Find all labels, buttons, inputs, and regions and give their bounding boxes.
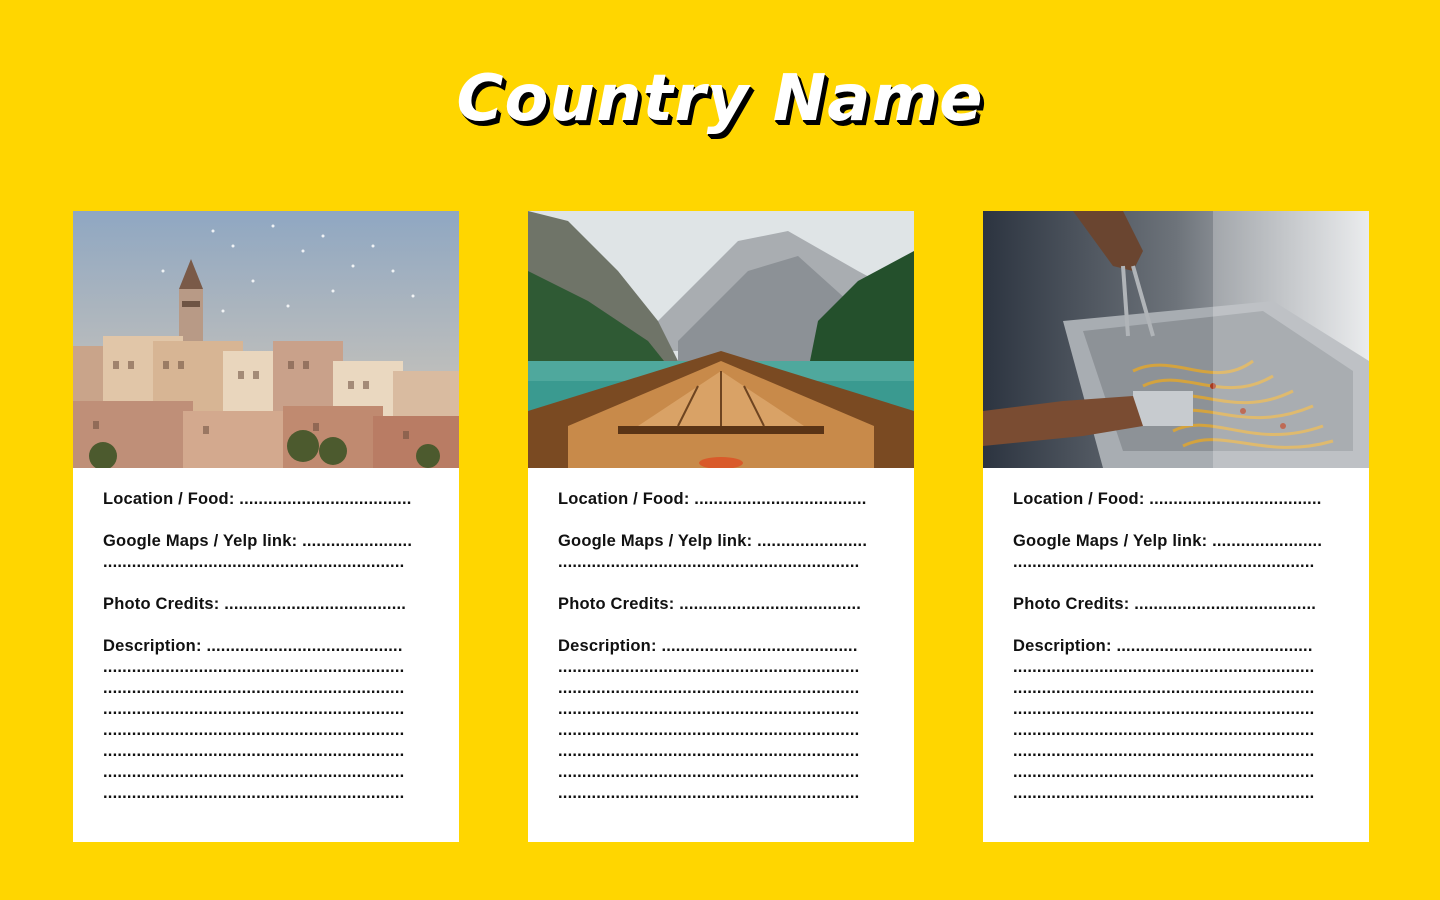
description-line: ........................................… — [103, 784, 405, 802]
page-title: Country Name — [456, 62, 984, 136]
card-istanbul: Location / Food: .......................… — [73, 211, 459, 842]
description-line: ........................................… — [103, 679, 405, 697]
card-photo-street-food — [983, 211, 1369, 468]
description-line: ........................................… — [1013, 679, 1315, 697]
card-street-food: Location / Food: .......................… — [983, 211, 1369, 842]
location-food-field: Location / Food: .......................… — [558, 490, 867, 508]
card-mountain-lake: Location / Food: .......................… — [528, 211, 914, 842]
description-field: Description: ...........................… — [558, 637, 858, 655]
maps-link-field: Google Maps / Yelp link: ...............… — [1013, 532, 1323, 550]
card-fields: Location / Food: .......................… — [1013, 489, 1339, 804]
location-food-field: Location / Food: .......................… — [103, 490, 412, 508]
description-line: ........................................… — [558, 784, 860, 802]
photo-credits-field: Photo Credits: .........................… — [1013, 595, 1317, 613]
description-line: ........................................… — [103, 721, 405, 739]
description-line: ........................................… — [103, 700, 405, 718]
description-line: ........................................… — [103, 742, 405, 760]
photo-credits-field: Photo Credits: .........................… — [103, 595, 407, 613]
description-line: ........................................… — [558, 721, 860, 739]
card-fields: Location / Food: .......................… — [103, 489, 429, 804]
description-line: ........................................… — [103, 658, 405, 676]
maps-link-field: Google Maps / Yelp link: ...............… — [558, 532, 868, 550]
description-line: ........................................… — [1013, 658, 1315, 676]
maps-link-continuation: ........................................… — [1013, 553, 1315, 571]
description-line: ........................................… — [1013, 763, 1315, 781]
location-food-field: Location / Food: .......................… — [1013, 490, 1322, 508]
description-line: ........................................… — [558, 658, 860, 676]
description-line: ........................................… — [558, 763, 860, 781]
description-field: Description: ...........................… — [103, 637, 403, 655]
description-line: ........................................… — [1013, 721, 1315, 739]
card-photo-lake — [528, 211, 914, 468]
card-photo-cityscape — [73, 211, 459, 468]
description-line: ........................................… — [1013, 700, 1315, 718]
maps-link-field: Google Maps / Yelp link: ...............… — [103, 532, 413, 550]
description-line: ........................................… — [1013, 742, 1315, 760]
description-line: ........................................… — [558, 742, 860, 760]
description-line: ........................................… — [1013, 784, 1315, 802]
description-line: ........................................… — [558, 700, 860, 718]
description-field: Description: ...........................… — [1013, 637, 1313, 655]
description-line: ........................................… — [558, 679, 860, 697]
card-fields: Location / Food: .......................… — [558, 489, 884, 804]
photo-credits-field: Photo Credits: .........................… — [558, 595, 862, 613]
maps-link-continuation: ........................................… — [103, 553, 405, 571]
maps-link-continuation: ........................................… — [558, 553, 860, 571]
description-line: ........................................… — [103, 763, 405, 781]
